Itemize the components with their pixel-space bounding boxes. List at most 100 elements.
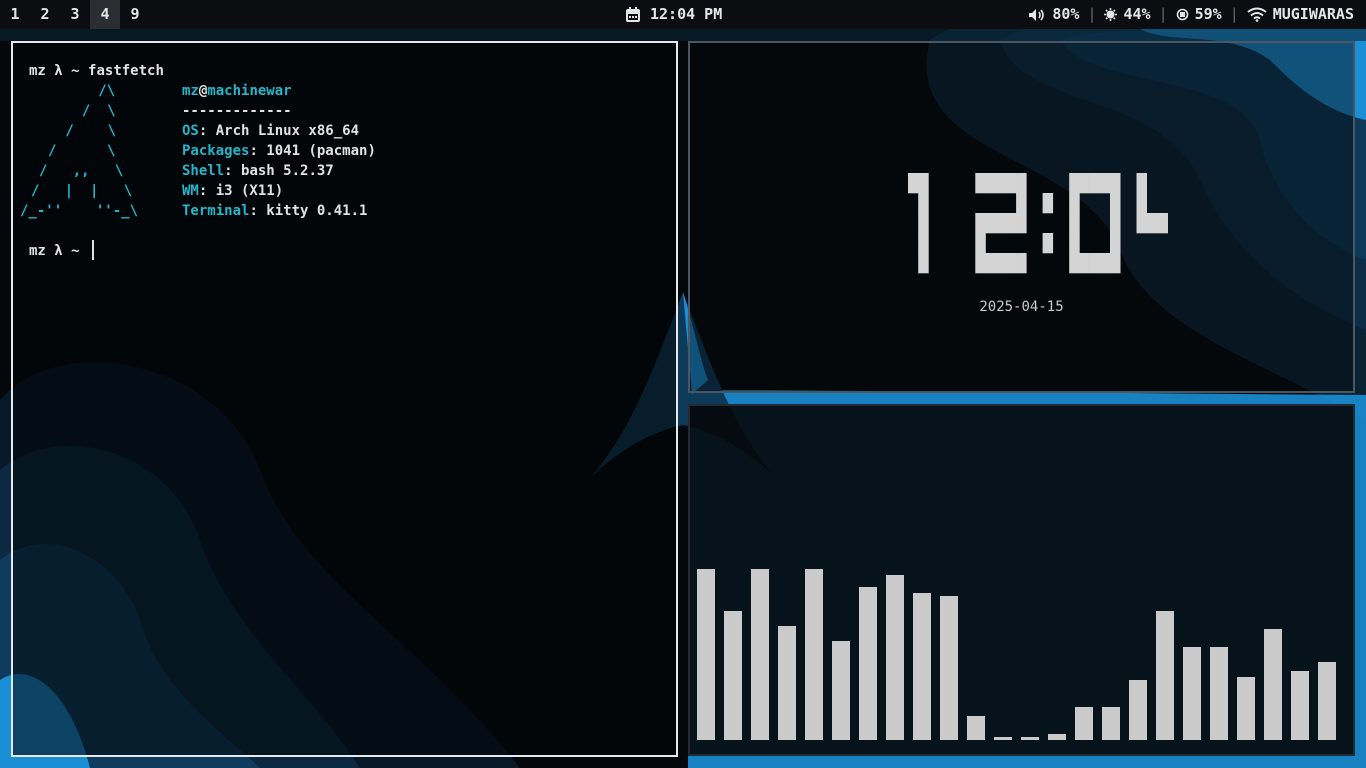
fetch-user: mz — [182, 83, 199, 99]
clock-digit-pixel — [1167, 213, 1168, 234]
clock-digit-pixel — [975, 213, 986, 234]
clock-digit-pixel — [985, 213, 996, 234]
clock-digit-pixel — [908, 173, 919, 194]
workspace-button-3[interactable]: 3 — [60, 0, 90, 29]
clock-digit-pixel — [1069, 213, 1080, 234]
visualizer-bar — [1102, 707, 1120, 740]
cpu-indicator[interactable]: 44% — [1104, 0, 1151, 29]
bar-status-area: 80% | 44% | 59% | MUGIWARAS — [1028, 0, 1354, 29]
clock-digit-pixel — [1069, 173, 1080, 194]
clock-digit-pixel — [918, 233, 929, 254]
clock-digit-pixel — [1069, 233, 1080, 254]
terminal-cursor[interactable] — [92, 240, 94, 260]
fetch-userhost: mz@machinewar — [182, 81, 292, 101]
visualizer-bar — [1318, 662, 1336, 740]
clock-digit-pixel — [975, 233, 986, 254]
clock-digit-pixel — [995, 173, 1007, 194]
fetch-value: 1041 (pacman) — [266, 143, 376, 159]
memory-indicator[interactable]: 59% — [1176, 0, 1222, 29]
fetch-value: Arch Linux x86_64 — [215, 123, 360, 139]
clock-digit-pixel — [1136, 173, 1147, 194]
logo-line: / \ — [57, 123, 117, 139]
clock-digit-pixel — [1110, 213, 1121, 234]
workspace-button-9[interactable]: 9 — [120, 0, 150, 29]
bar-clock[interactable]: 12:04 PM — [626, 0, 722, 29]
prompt-user: mz — [29, 63, 46, 79]
workspace-button-4[interactable]: 4 — [90, 0, 120, 29]
terminal-window[interactable]: mz λ ~ fastfetch /\ / \ / \ / \ / ,, \ / | … — [11, 41, 678, 757]
visualizer-bar — [1210, 647, 1228, 740]
volume-indicator[interactable]: 80% — [1028, 0, 1079, 29]
visualizer-bar — [1156, 611, 1174, 740]
memory-icon — [1176, 8, 1188, 21]
visualizer-bar — [1237, 677, 1255, 740]
logo-line: /\ — [73, 83, 116, 99]
network-name-text: MUGIWARAS — [1272, 5, 1354, 23]
clock-date: 2025-04-15 — [979, 299, 1064, 315]
calendar-icon — [626, 7, 640, 22]
fetch-value: i3 (X11) — [215, 183, 284, 199]
visualizer-bar — [1291, 671, 1309, 740]
clock-digit-pixel — [1136, 193, 1147, 214]
prompt-command: fastfetch — [88, 63, 164, 79]
fetch-info-row: Packages: 1041 (pacman) — [182, 143, 376, 159]
clock-digit-pixel — [1110, 233, 1121, 254]
cpu-text: 44% — [1123, 5, 1151, 23]
clock-window[interactable]: 2025-04-15 — [688, 41, 1355, 393]
cpu-icon — [1104, 8, 1118, 21]
bar-separator: | — [1087, 5, 1097, 23]
visualizer-bar — [1021, 737, 1039, 740]
clock-digit-pixel — [975, 173, 986, 194]
clock-digit-pixel — [1042, 233, 1054, 254]
clock-digit-pixel — [1089, 173, 1101, 194]
fetch-info-row: WM: i3 (X11) — [182, 183, 284, 199]
visualizer-bar — [1048, 734, 1066, 740]
clock-digit-pixel — [918, 193, 929, 214]
logo-line: / ,, \ — [39, 163, 124, 179]
clock-digit-pixel — [918, 213, 929, 234]
fetch-key: Shell — [182, 163, 225, 179]
memory-text: 59% — [1194, 5, 1222, 23]
visualizer-bar — [832, 641, 850, 740]
visualizer-bar — [805, 569, 823, 740]
bar-time-text: 12:04 PM — [650, 5, 723, 23]
fetch-value: bash 5.2.37 — [241, 163, 334, 179]
clock-digit-pixel — [1089, 253, 1101, 274]
visualizer-bar — [751, 569, 769, 740]
visualizer-bars — [697, 569, 1336, 740]
clock-digit-pixel — [995, 213, 1007, 234]
bar-separator: | — [1229, 5, 1239, 23]
visualizer-bar — [940, 596, 958, 740]
clock-digit-pixel — [975, 253, 986, 274]
fetch-host: machinewar — [207, 83, 292, 99]
visualizer-bar — [1264, 629, 1282, 740]
clock-digit-pixel — [1099, 253, 1111, 274]
clock-digit-pixel — [1146, 213, 1158, 234]
visualizer-bar — [886, 575, 904, 740]
prompt-symbol: λ ~ — [54, 243, 80, 259]
fetch-divider: ------------- — [182, 103, 292, 119]
volume-text: 80% — [1052, 5, 1080, 23]
clock-digit-pixel — [1016, 213, 1027, 234]
network-indicator[interactable]: MUGIWARAS — [1247, 0, 1354, 29]
visualizer-bar — [724, 611, 742, 740]
visualizer-bar — [1183, 647, 1201, 740]
clock-digit-pixel — [1069, 193, 1080, 214]
terminal-line-command: mz λ ~ fastfetch — [29, 61, 164, 81]
prompt-symbol: λ ~ — [54, 63, 80, 79]
workspace-button-1[interactable]: 1 — [0, 0, 30, 29]
clock-digit-pixel — [1016, 193, 1027, 214]
clock-digit-pixel — [918, 253, 929, 274]
fetch-key: OS — [182, 123, 199, 139]
visualizer-bar — [967, 716, 985, 740]
workspace-button-2[interactable]: 2 — [30, 0, 60, 29]
visualizer-bar — [859, 587, 877, 740]
visualizer-bar — [697, 569, 715, 740]
fetch-value: kitty 0.41.1 — [266, 203, 368, 219]
clock-digit-pixel — [1079, 253, 1090, 274]
audio-visualizer-window[interactable] — [688, 404, 1355, 756]
clock-digit-pixel — [1005, 213, 1017, 234]
terminal-line-prompt: mz λ ~ — [29, 241, 80, 261]
visualizer-bar — [1075, 707, 1093, 740]
top-status-bar: 1 2 3 4 9 12:04 PM 80% | 44% | 59% | MUG… — [0, 0, 1366, 29]
